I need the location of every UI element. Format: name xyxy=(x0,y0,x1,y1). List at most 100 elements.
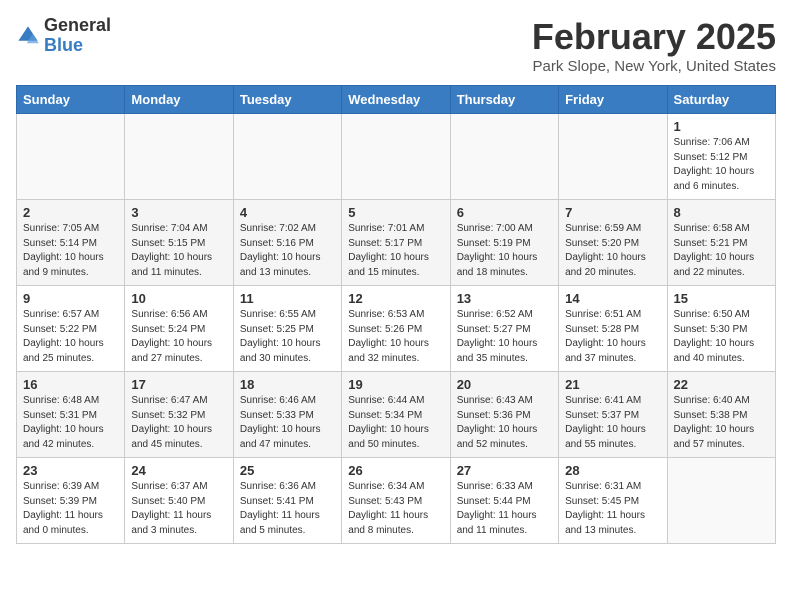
day-number: 15 xyxy=(674,291,769,306)
calendar-cell: 17 Sunrise: 6:47 AMSunset: 5:32 PMDayligh… xyxy=(125,372,233,458)
calendar-day-header: Sunday xyxy=(17,86,125,114)
day-info: Sunrise: 6:52 AMSunset: 5:27 PMDaylight:… xyxy=(457,308,552,366)
calendar-day-header: Saturday xyxy=(667,86,775,114)
day-number: 11 xyxy=(240,291,335,306)
calendar-cell: 18Sunrise: 6:46 AMSunset: 5:33 PMDayligh… xyxy=(233,372,341,458)
day-number: 2 xyxy=(23,205,118,220)
calendar-title: February 2025 xyxy=(532,16,776,58)
calendar-cell: 22Sunrise: 6:40 AMSunset: 5:38 PMDayligh… xyxy=(667,372,775,458)
day-number: 25 xyxy=(240,463,335,478)
calendar-cell: 16 Sunrise: 6:48 AMSunset: 5:31 PMDayligh… xyxy=(17,372,125,458)
day-number: 23 xyxy=(23,463,118,478)
day-number: 27 xyxy=(457,463,552,478)
page-header: General Blue February 2025 Park Slope, N… xyxy=(16,16,776,75)
day-number: 20 xyxy=(457,377,552,392)
calendar-cell xyxy=(233,114,341,200)
day-info: Sunrise: 6:47 AMSunset: 5:32 PMDaylight:… xyxy=(131,394,226,452)
day-number: 24 xyxy=(131,463,226,478)
calendar-cell: 23Sunrise: 6:39 AMSunset: 5:39 PMDayligh… xyxy=(17,458,125,544)
calendar-cell: 15 Sunrise: 6:50 AMSunset: 5:30 PMDayligh… xyxy=(667,286,775,372)
day-number: 6 xyxy=(457,205,552,220)
day-number: 10 xyxy=(131,291,226,306)
day-info: Sunrise: 6:58 AMSunset: 5:21 PMDaylight:… xyxy=(674,222,769,280)
day-number: 3 xyxy=(131,205,226,220)
day-number: 13 xyxy=(457,291,552,306)
calendar-cell: 9 Sunrise: 6:57 AMSunset: 5:22 PMDaylight… xyxy=(17,286,125,372)
day-info: Sunrise: 6:44 AMSunset: 5:34 PMDaylight:… xyxy=(348,394,443,452)
calendar-day-header: Thursday xyxy=(450,86,558,114)
day-number: 4 xyxy=(240,205,335,220)
logo-general-text: General xyxy=(44,15,111,35)
calendar-cell: 13 Sunrise: 6:52 AMSunset: 5:27 PMDayligh… xyxy=(450,286,558,372)
calendar-week-row: 2 Sunrise: 7:05 AMSunset: 5:14 PMDaylight… xyxy=(17,200,776,286)
day-number: 17 xyxy=(131,377,226,392)
calendar-cell xyxy=(342,114,450,200)
calendar-cell: 5 Sunrise: 7:01 AMSunset: 5:17 PMDaylight… xyxy=(342,200,450,286)
day-number: 5 xyxy=(348,205,443,220)
day-info: Sunrise: 6:51 AMSunset: 5:28 PMDaylight:… xyxy=(565,308,660,366)
calendar-cell: 2 Sunrise: 7:05 AMSunset: 5:14 PMDaylight… xyxy=(17,200,125,286)
calendar-subtitle: Park Slope, New York, United States xyxy=(532,58,776,75)
calendar-cell: 3 Sunrise: 7:04 AMSunset: 5:15 PMDaylight… xyxy=(125,200,233,286)
calendar-cell: 19 Sunrise: 6:44 AMSunset: 5:34 PMDayligh… xyxy=(342,372,450,458)
calendar-day-header: Monday xyxy=(125,86,233,114)
day-number: 19 xyxy=(348,377,443,392)
calendar-cell: 28 Sunrise: 6:31 AMSunset: 5:45 PMDayligh… xyxy=(559,458,667,544)
day-info: Sunrise: 6:34 AMSunset: 5:43 PMDaylight:… xyxy=(348,480,443,538)
logo-icon xyxy=(16,24,40,48)
day-number: 21 xyxy=(565,377,660,392)
calendar-cell xyxy=(125,114,233,200)
calendar-day-header: Wednesday xyxy=(342,86,450,114)
day-number: 1 xyxy=(674,119,769,134)
calendar-cell: 24 Sunrise: 6:37 AMSunset: 5:40 PMDayligh… xyxy=(125,458,233,544)
day-info: Sunrise: 6:55 AMSunset: 5:25 PMDaylight:… xyxy=(240,308,335,366)
calendar-cell xyxy=(559,114,667,200)
logo-blue-text: Blue xyxy=(44,35,83,55)
day-info: Sunrise: 6:46 AMSunset: 5:33 PMDaylight:… xyxy=(240,394,335,452)
day-info: Sunrise: 6:37 AMSunset: 5:40 PMDaylight:… xyxy=(131,480,226,538)
day-info: Sunrise: 7:00 AMSunset: 5:19 PMDaylight:… xyxy=(457,222,552,280)
day-number: 26 xyxy=(348,463,443,478)
day-info: Sunrise: 7:02 AMSunset: 5:16 PMDaylight:… xyxy=(240,222,335,280)
day-number: 16 xyxy=(23,377,118,392)
day-number: 12 xyxy=(348,291,443,306)
calendar-week-row: 9 Sunrise: 6:57 AMSunset: 5:22 PMDaylight… xyxy=(17,286,776,372)
calendar-table: SundayMondayTuesdayWednesdayThursdayFrid… xyxy=(16,85,776,544)
calendar-cell: 11 Sunrise: 6:55 AMSunset: 5:25 PMDayligh… xyxy=(233,286,341,372)
day-info: Sunrise: 6:56 AMSunset: 5:24 PMDaylight:… xyxy=(131,308,226,366)
day-info: Sunrise: 7:05 AMSunset: 5:14 PMDaylight:… xyxy=(23,222,118,280)
calendar-cell: 25 Sunrise: 6:36 AMSunset: 5:41 PMDayligh… xyxy=(233,458,341,544)
day-number: 7 xyxy=(565,205,660,220)
day-info: Sunrise: 6:48 AMSunset: 5:31 PMDaylight:… xyxy=(23,394,118,452)
day-info: Sunrise: 6:57 AMSunset: 5:22 PMDaylight:… xyxy=(23,308,118,366)
day-info: Sunrise: 7:04 AMSunset: 5:15 PMDaylight:… xyxy=(131,222,226,280)
calendar-day-header: Tuesday xyxy=(233,86,341,114)
day-number: 9 xyxy=(23,291,118,306)
calendar-cell: 4 Sunrise: 7:02 AMSunset: 5:16 PMDaylight… xyxy=(233,200,341,286)
title-section: February 2025 Park Slope, New York, Unit… xyxy=(532,16,776,75)
day-info: Sunrise: 6:50 AMSunset: 5:30 PMDaylight:… xyxy=(674,308,769,366)
day-info: Sunrise: 6:36 AMSunset: 5:41 PMDaylight:… xyxy=(240,480,335,538)
calendar-cell: 14Sunrise: 6:51 AMSunset: 5:28 PMDayligh… xyxy=(559,286,667,372)
calendar-day-header: Friday xyxy=(559,86,667,114)
day-number: 28 xyxy=(565,463,660,478)
calendar-cell: 6 Sunrise: 7:00 AMSunset: 5:19 PMDaylight… xyxy=(450,200,558,286)
calendar-week-row: 1Sunrise: 7:06 AMSunset: 5:12 PMDaylight… xyxy=(17,114,776,200)
calendar-cell xyxy=(17,114,125,200)
day-info: Sunrise: 7:01 AMSunset: 5:17 PMDaylight:… xyxy=(348,222,443,280)
calendar-cell: 21Sunrise: 6:41 AMSunset: 5:37 PMDayligh… xyxy=(559,372,667,458)
day-info: Sunrise: 6:43 AMSunset: 5:36 PMDaylight:… xyxy=(457,394,552,452)
calendar-cell: 8 Sunrise: 6:58 AMSunset: 5:21 PMDaylight… xyxy=(667,200,775,286)
day-info: Sunrise: 6:31 AMSunset: 5:45 PMDaylight:… xyxy=(565,480,660,538)
calendar-cell: 20 Sunrise: 6:43 AMSunset: 5:36 PMDayligh… xyxy=(450,372,558,458)
calendar-cell: 26 Sunrise: 6:34 AMSunset: 5:43 PMDayligh… xyxy=(342,458,450,544)
calendar-cell xyxy=(667,458,775,544)
day-info: Sunrise: 6:40 AMSunset: 5:38 PMDaylight:… xyxy=(674,394,769,452)
calendar-cell: 10 Sunrise: 6:56 AMSunset: 5:24 PMDayligh… xyxy=(125,286,233,372)
calendar-week-row: 23Sunrise: 6:39 AMSunset: 5:39 PMDayligh… xyxy=(17,458,776,544)
calendar-cell: 1Sunrise: 7:06 AMSunset: 5:12 PMDaylight… xyxy=(667,114,775,200)
calendar-cell: 27Sunrise: 6:33 AMSunset: 5:44 PMDayligh… xyxy=(450,458,558,544)
calendar-header-row: SundayMondayTuesdayWednesdayThursdayFrid… xyxy=(17,86,776,114)
calendar-cell: 12Sunrise: 6:53 AMSunset: 5:26 PMDayligh… xyxy=(342,286,450,372)
day-number: 8 xyxy=(674,205,769,220)
